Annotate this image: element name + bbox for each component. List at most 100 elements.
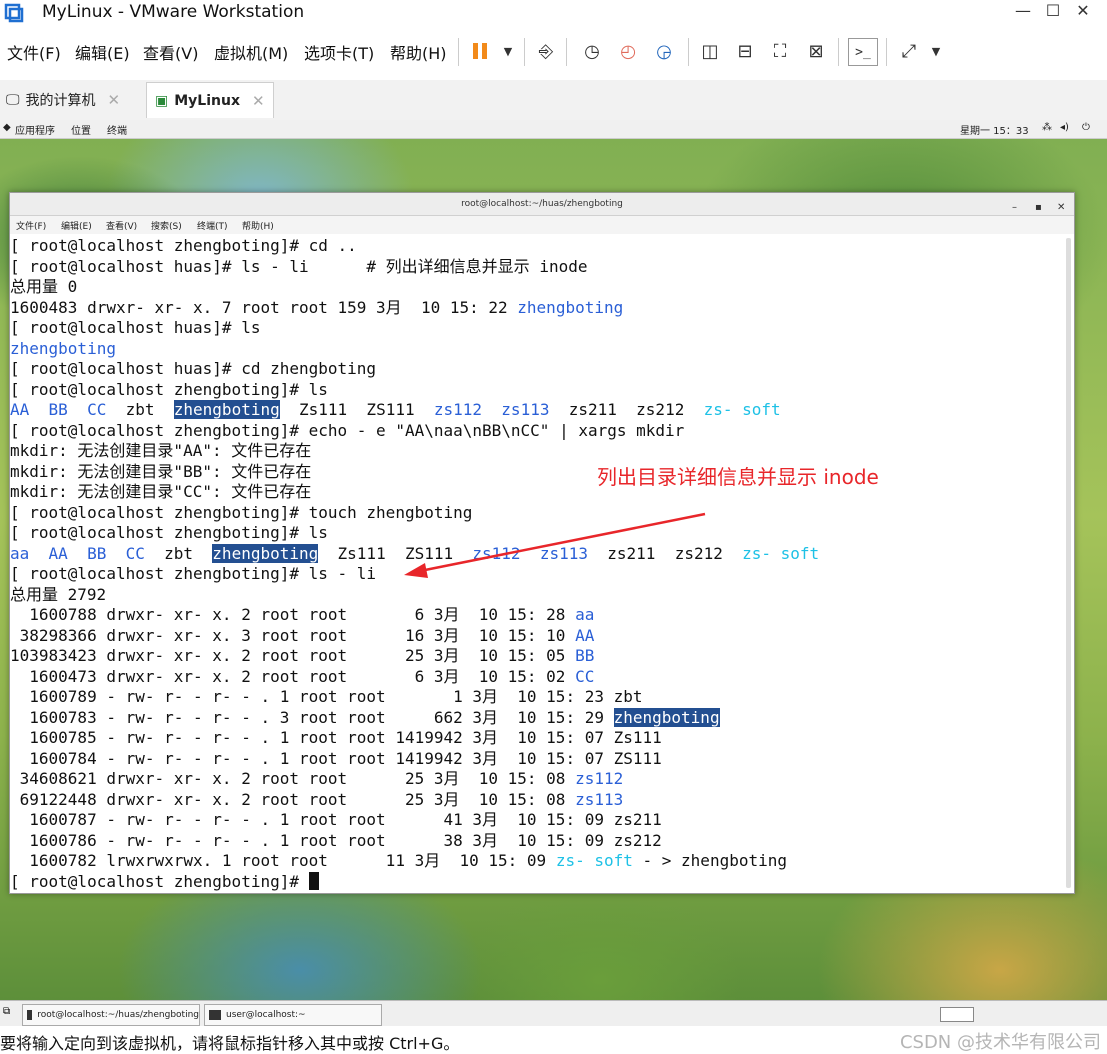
terminal-line: [ root@localhost huas]# cd zhengboting [10, 359, 1062, 380]
terminal-text: 38298366 drwxr- xr- x. 3 root root 16 3月… [10, 625, 576, 645]
terminal-title: root@localhost:~/huas/zhengboting [461, 199, 623, 209]
directory-name: zs112 [472, 543, 521, 563]
guest-screen[interactable]: ◆ 应用程序 位置 终端 星期一 15：33 ⁂ ◂) ⏻ root@local… [0, 120, 1107, 1000]
gnome-clock[interactable]: 星期一 15：33 [960, 122, 1029, 137]
terminal-text: zbt [106, 400, 174, 419]
chevron-down-icon[interactable]: ▼ [922, 38, 950, 64]
menu-help[interactable]: 帮助(H) [390, 40, 447, 64]
terminal-text: [ root@localhost zhengboting]# ls [10, 523, 328, 542]
gnome-apps-menu[interactable]: 应用程序 [15, 122, 55, 137]
terminal-line: 69122448 drwxr- xr- x. 2 root root 25 3月… [10, 790, 1062, 811]
terminal-line: 103983423 drwxr- xr- x. 2 root root 25 3… [10, 646, 1062, 667]
terminal-text: Zs111 ZS111 [318, 543, 473, 563]
maximize-icon[interactable]: ☐ [1038, 1, 1068, 20]
power-icon[interactable]: ⏻ [1082, 122, 1090, 133]
tab-my-computer[interactable]: 🖵 我的计算机 ✕ [6, 82, 142, 118]
terminal-line: 总用量 2792 [10, 585, 1062, 606]
menu-view[interactable]: 查看(V) [143, 40, 198, 64]
gnome-places-menu[interactable]: 位置 [71, 122, 91, 137]
menu-tabs[interactable]: 选项卡(T) [304, 40, 374, 64]
terminal-text: [ root@localhost zhengboting]# echo - e … [10, 420, 685, 440]
terminal-menubar: 文件(F) 编辑(E) 查看(V) 搜索(S) 终端(T) 帮助(H) [10, 216, 1074, 234]
terminal-menu-terminal[interactable]: 终端(T) [197, 219, 228, 232]
terminal-line: 38298366 drwxr- xr- x. 3 root root 16 3月… [10, 626, 1062, 647]
unity-icon[interactable]: ⊠ [802, 38, 830, 64]
terminal-text: - > zhengboting [632, 851, 788, 870]
pause-icon[interactable] [466, 38, 494, 64]
terminal-output[interactable]: [ root@localhost zhengboting]# cd .. [ ro… [10, 236, 1062, 891]
revert-snapshot-icon[interactable]: ◴ [614, 38, 642, 64]
vm-icon: ▣ [155, 92, 169, 109]
terminal-line: 1600783 - rw- r- - r- - . 3 root root 66… [10, 707, 1062, 729]
directory-name: AA [575, 625, 595, 645]
terminal-menu-help[interactable]: 帮助(H) [242, 219, 274, 232]
directory-name: zs112 [433, 400, 483, 419]
tab-mylinux[interactable]: ▣ MyLinux ✕ [146, 82, 274, 118]
terminal-text: 103983423 drwxr- xr- x. 2 root root 25 3… [10, 646, 576, 665]
taskbar-item-terminal-2[interactable]: user@localhost:~ [204, 1004, 382, 1026]
terminal-menu-file[interactable]: 文件(F) [16, 219, 46, 232]
terminal-line: [ root@localhost huas]# ls [10, 318, 1062, 339]
console-view-icon[interactable]: >_ [848, 38, 878, 66]
vmware-app-icon [4, 3, 24, 23]
apps-icon: ◆ [3, 122, 11, 133]
terminal-menu-edit[interactable]: 编辑(E) [61, 219, 92, 232]
terminal-line: 1600786 - rw- r- - r- - . 1 root root 38… [10, 831, 1062, 852]
show-desktop-icon[interactable]: ⧉ [3, 1006, 10, 1017]
menu-vm[interactable]: 虚拟机(M) [214, 40, 288, 64]
terminal-line: 1600787 - rw- r- - r- - . 1 root root 41… [10, 810, 1062, 831]
fullscreen-icon[interactable]: ⛶ [766, 38, 794, 64]
minimize-icon[interactable]: — [1008, 1, 1038, 20]
directory-name: zhengboting [517, 297, 624, 317]
terminal-text: [ root@localhost zhengboting]# cd .. [10, 236, 357, 255]
menu-file[interactable]: 文件(F) [7, 40, 61, 64]
terminal-text: 1600483 drwxr- xr- x. 7 root root 159 3月… [10, 297, 518, 317]
snapshot-icon[interactable]: ◷ [578, 38, 606, 64]
close-tab-icon[interactable]: ✕ [108, 91, 121, 109]
toolbar-separator [886, 38, 887, 66]
terminal-text: zs211 zs212 [549, 400, 704, 419]
window-title: MyLinux - VMware Workstation [42, 2, 305, 22]
tab-label: MyLinux [174, 92, 240, 109]
snapshot-manager-icon[interactable]: ◶ [650, 38, 678, 64]
terminal-menu-view[interactable]: 查看(V) [106, 219, 137, 232]
tab-label: 我的计算机 [25, 93, 96, 109]
terminal-text: 1600782 lrwxrwxrwx. 1 root root 11 3月 10… [10, 851, 556, 870]
taskbar-item-terminal-1[interactable]: root@localhost:~/huas/zhengboting [22, 1004, 200, 1026]
stretch-guest-icon[interactable]: ⤢ [895, 38, 923, 64]
toolbar-separator [566, 38, 567, 66]
workspace-switcher[interactable] [940, 1007, 974, 1022]
directory-name: aa [575, 605, 595, 624]
highlighted-name: zhengboting [173, 400, 280, 419]
close-tab-icon[interactable]: ✕ [252, 92, 265, 110]
close-icon[interactable]: ✕ [1068, 1, 1098, 20]
directory-name: zs113 [575, 789, 624, 809]
terminal-text: Zs111 ZS111 [279, 400, 434, 419]
volume-icon[interactable]: ◂) [1060, 122, 1069, 133]
terminal-text: 69122448 drwxr- xr- x. 2 root root 25 3月… [10, 789, 576, 809]
directory-name: AA [48, 543, 68, 563]
highlighted-name: zhengboting [212, 543, 319, 563]
chevron-down-icon[interactable]: ▼ [494, 38, 522, 64]
menubar: 文件(F) 编辑(E) 查看(V) 虚拟机(M) 选项卡(T) 帮助(H) ▼ … [0, 26, 1107, 76]
terminal-text: [ root@localhost zhengboting]# ls [10, 379, 328, 399]
status-message: 要将输入定向到该虚拟机，请将鼠标指针移入其中或按 Ctrl+G。 [0, 1034, 460, 1053]
terminal-icon [209, 1010, 221, 1020]
terminal-window[interactable]: root@localhost:~/huas/zhengboting – ▪ ✕ … [9, 192, 1075, 894]
terminal-menu-search[interactable]: 搜索(S) [151, 219, 182, 232]
toolbar-separator [524, 38, 525, 66]
terminal-line: 1600784 - rw- r- - r- - . 1 root root 14… [10, 749, 1062, 770]
gnome-terminal-menu[interactable]: 终端 [107, 122, 127, 137]
send-ctrl-alt-del-icon[interactable]: ⎆ [532, 38, 560, 64]
terminal-line: [ root@localhost zhengboting]# ls - li [10, 564, 1062, 585]
sidebar-toggle-icon[interactable]: ◫ [696, 38, 724, 64]
menu-edit[interactable]: 编辑(E) [75, 40, 130, 64]
directory-name: aa [10, 543, 30, 563]
thumbnail-bar-icon[interactable]: ⊟ [731, 38, 759, 64]
network-icon[interactable]: ⁂ [1042, 122, 1052, 133]
terminal-scrollbar[interactable] [1066, 238, 1071, 888]
directory-name: zs113 [501, 400, 550, 419]
terminal-cursor [308, 871, 319, 890]
